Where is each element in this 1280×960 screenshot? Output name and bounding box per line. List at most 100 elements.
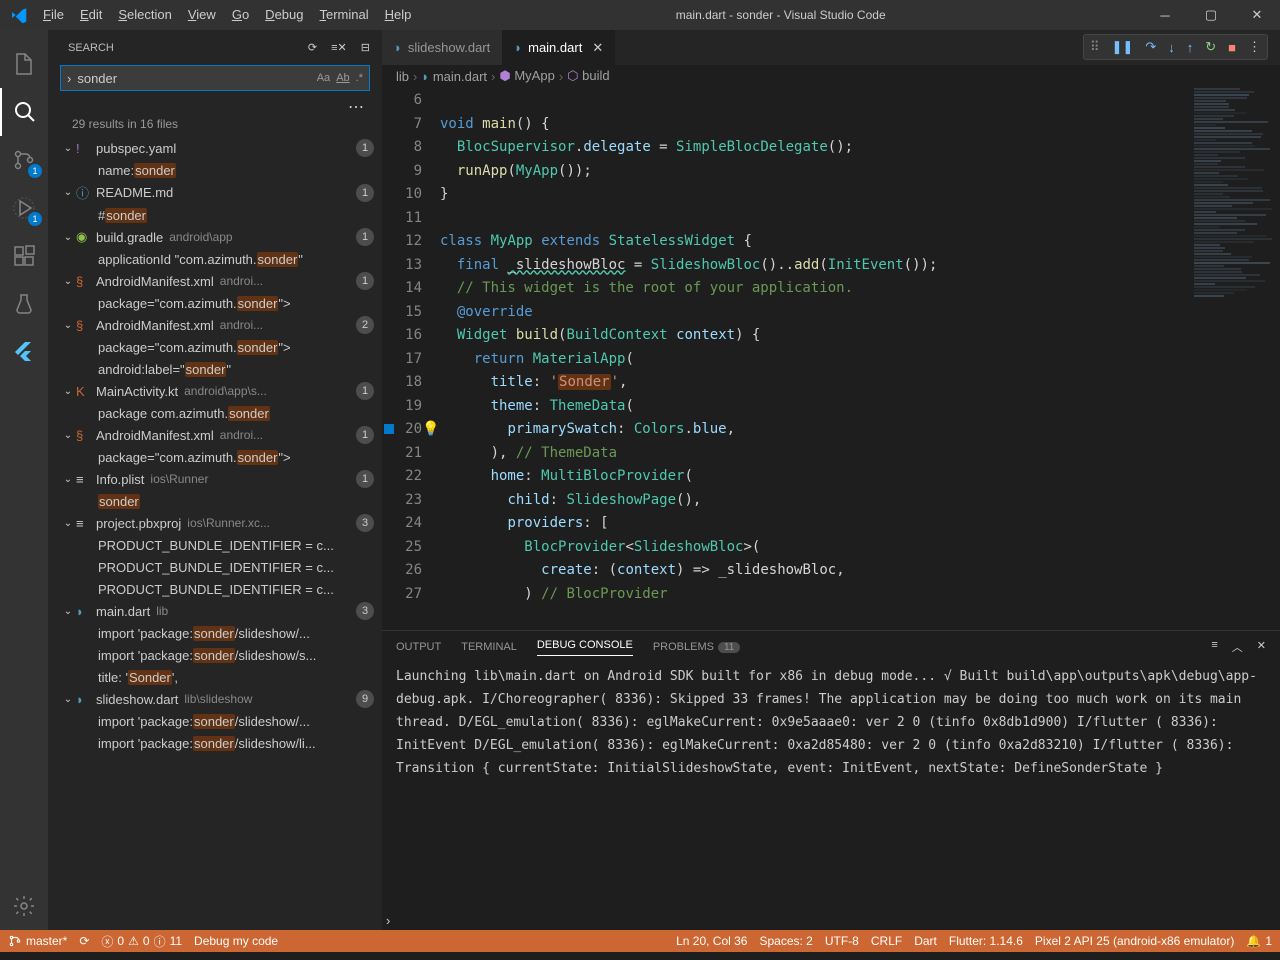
stop-icon[interactable]: ■: [1228, 40, 1236, 55]
search-match-row[interactable]: package="com.azimuth.sonder">: [56, 336, 382, 358]
search-file-row[interactable]: ⌄§AndroidManifest.xmlandroi...2: [56, 314, 382, 336]
menu-view[interactable]: View: [180, 0, 224, 30]
case-sensitive-icon[interactable]: Aa: [317, 72, 330, 84]
step-into-icon[interactable]: ↓: [1168, 40, 1175, 55]
debug-icon[interactable]: 1: [0, 184, 48, 232]
status-eol[interactable]: CRLF: [871, 934, 902, 948]
menu-help[interactable]: Help: [377, 0, 420, 30]
restart-icon[interactable]: ↻: [1205, 39, 1216, 55]
search-match-row[interactable]: import 'package:sonder/slideshow/li...: [56, 732, 382, 754]
panel-filter-icon[interactable]: ≡: [1211, 639, 1217, 655]
search-match-row[interactable]: import 'package:sonder/slideshow/s...: [56, 644, 382, 666]
collapse-icon[interactable]: ⊟: [361, 41, 370, 54]
breadcrumb-item[interactable]: lib: [396, 69, 409, 84]
search-file-row[interactable]: ⌄◗main.dartlib3: [56, 600, 382, 622]
search-more-icon[interactable]: ⋯: [48, 97, 382, 117]
minimap[interactable]: [1190, 87, 1280, 630]
extensions-icon[interactable]: [0, 232, 48, 280]
panel-close-icon[interactable]: ✕: [1257, 639, 1266, 655]
editor-tab[interactable]: ◗main.dart✕: [502, 30, 615, 65]
pause-icon[interactable]: ❚❚: [1112, 39, 1134, 55]
search-match-row[interactable]: package="com.azimuth.sonder">: [56, 446, 382, 468]
search-file-row[interactable]: ⌄≡Info.plistios\Runner1: [56, 468, 382, 490]
flutter-icon[interactable]: [0, 328, 48, 376]
search-file-row[interactable]: ⌄◉build.gradleandroid\app1: [56, 226, 382, 248]
status-flutter[interactable]: Flutter: 1.14.6: [949, 934, 1023, 948]
drag-grip-icon[interactable]: ⠿: [1090, 39, 1100, 55]
status-indentation[interactable]: Spaces: 2: [759, 934, 812, 948]
search-match-row[interactable]: import 'package:sonder/slideshow/...: [56, 710, 382, 732]
lightbulb-icon[interactable]: 💡: [422, 418, 439, 442]
search-file-row[interactable]: ⌄◗slideshow.dartlib\slideshow9: [56, 688, 382, 710]
editor-area: ◗slideshow.dart◗main.dart✕ ⠿ ❚❚ ↷ ↓ ↑ ↻ …: [382, 30, 1280, 930]
editor-tab[interactable]: ◗slideshow.dart: [382, 30, 502, 65]
breadcrumbs[interactable]: lib›◗ main.dart›⬢ MyApp›⬡ build: [382, 65, 1280, 87]
menu-edit[interactable]: Edit: [72, 0, 110, 30]
code-content[interactable]: void main() { BlocSupervisor.delegate = …: [440, 87, 1280, 630]
refresh-icon[interactable]: ⟳: [308, 41, 317, 54]
panel-tab-output[interactable]: OUTPUT: [396, 641, 441, 653]
close-button[interactable]: ✕: [1234, 0, 1280, 30]
settings-gear-icon[interactable]: [0, 882, 48, 930]
maximize-button[interactable]: ▢: [1188, 0, 1234, 30]
breadcrumb-item[interactable]: ⬢ MyApp: [499, 68, 554, 84]
search-match-row[interactable]: PRODUCT_BUNDLE_IDENTIFIER = c...: [56, 578, 382, 600]
search-match-row[interactable]: package com.azimuth.sonder: [56, 402, 382, 424]
status-language[interactable]: Dart: [914, 934, 937, 948]
menu-selection[interactable]: Selection: [110, 0, 179, 30]
status-notifications[interactable]: 🔔 1: [1246, 934, 1272, 948]
breakpoint-marker[interactable]: [384, 424, 394, 434]
regex-icon[interactable]: .*: [356, 72, 363, 84]
search-file-row[interactable]: ⌄ⓘREADME.md1: [56, 181, 382, 204]
search-match-row[interactable]: PRODUCT_BUNDLE_IDENTIFIER = c...: [56, 534, 382, 556]
menu-debug[interactable]: Debug: [257, 0, 311, 30]
step-out-icon[interactable]: ↑: [1187, 40, 1194, 55]
status-problems[interactable]: ⓧ 0 ⚠ 0 ⓘ 11: [101, 933, 182, 950]
search-match-row[interactable]: title: 'Sonder',: [56, 666, 382, 688]
vscode-logo-icon: [0, 6, 35, 24]
clear-icon[interactable]: ≡✕: [331, 41, 347, 54]
code-editor[interactable]: 678910111213141516171819💡202122232425262…: [382, 87, 1280, 630]
panel-maximize-icon[interactable]: ︿: [1232, 639, 1243, 655]
search-file-row[interactable]: ⌄§AndroidManifest.xmlandroi...1: [56, 424, 382, 446]
panel-tab-problems[interactable]: PROBLEMS11: [653, 641, 741, 653]
toggle-replace-icon[interactable]: ›: [67, 71, 71, 86]
search-match-row[interactable]: android:label="sonder": [56, 358, 382, 380]
tab-close-icon[interactable]: ✕: [592, 40, 603, 56]
breadcrumb-item[interactable]: ◗ main.dart: [421, 69, 487, 84]
search-input[interactable]: [77, 71, 316, 86]
search-match-row[interactable]: # sonder: [56, 204, 382, 226]
panel-tab-debug-console[interactable]: DEBUG CONSOLE: [537, 639, 633, 656]
search-file-row[interactable]: ⌄KMainActivity.ktandroid\app\s...1: [56, 380, 382, 402]
menu-file[interactable]: File: [35, 0, 72, 30]
search-file-row[interactable]: ⌄§AndroidManifest.xmlandroi...1: [56, 270, 382, 292]
panel-tab-terminal[interactable]: TERMINAL: [461, 641, 517, 653]
menu-terminal[interactable]: Terminal: [311, 0, 376, 30]
status-device[interactable]: Pixel 2 API 25 (android-x86 emulator): [1035, 934, 1234, 948]
search-match-row[interactable]: name: sonder: [56, 159, 382, 181]
source-control-icon[interactable]: 1: [0, 136, 48, 184]
step-over-icon[interactable]: ↷: [1145, 39, 1156, 55]
status-sync[interactable]: ⟳: [79, 934, 89, 948]
search-match-row[interactable]: import 'package:sonder/slideshow/...: [56, 622, 382, 644]
debug-more-icon[interactable]: ⋮: [1248, 39, 1261, 55]
search-match-row[interactable]: sonder: [56, 490, 382, 512]
minimize-button[interactable]: ─: [1142, 0, 1188, 30]
search-file-row[interactable]: ⌄!pubspec.yaml1: [56, 137, 382, 159]
test-icon[interactable]: [0, 280, 48, 328]
search-match-row[interactable]: applicationId "com.azimuth.sonder": [56, 248, 382, 270]
breadcrumb-item[interactable]: ⬡ build: [567, 68, 609, 84]
search-file-row[interactable]: ⌄≡project.pbxprojios\Runner.xc...3: [56, 512, 382, 534]
search-icon[interactable]: [0, 88, 48, 136]
status-encoding[interactable]: UTF-8: [825, 934, 859, 948]
debug-console-output[interactable]: Launching lib\main.dart on Android SDK b…: [382, 663, 1280, 910]
debug-console-prompt[interactable]: ›: [382, 910, 1280, 930]
search-match-row[interactable]: PRODUCT_BUNDLE_IDENTIFIER = c...: [56, 556, 382, 578]
explorer-icon[interactable]: [0, 40, 48, 88]
whole-word-icon[interactable]: Ab: [336, 72, 349, 84]
status-debug-config[interactable]: Debug my code: [194, 934, 278, 948]
status-cursor-position[interactable]: Ln 20, Col 36: [676, 934, 747, 948]
menu-go[interactable]: Go: [224, 0, 257, 30]
status-branch[interactable]: master*: [8, 934, 67, 948]
search-match-row[interactable]: package="com.azimuth.sonder">: [56, 292, 382, 314]
